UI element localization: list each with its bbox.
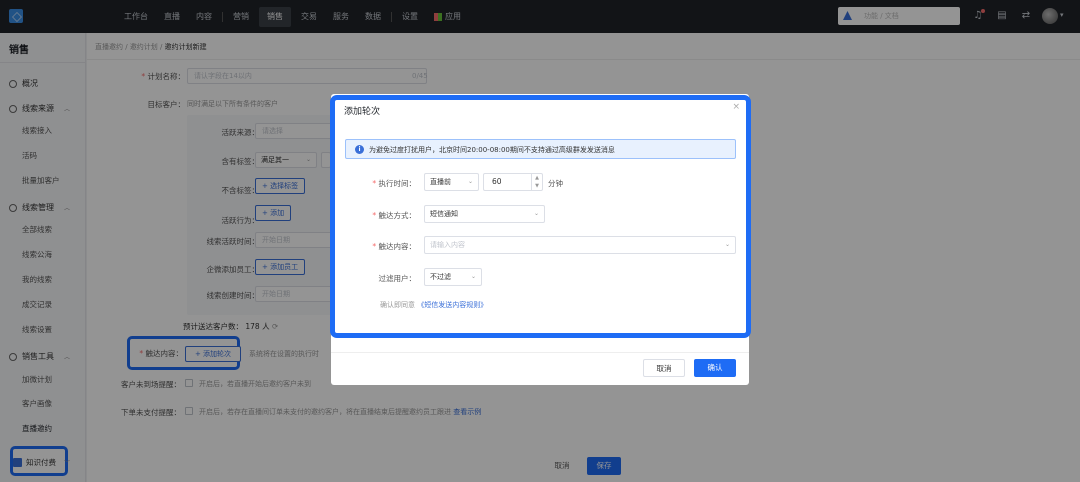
chevron-down-icon: ⌄ — [724, 241, 730, 248]
filter-users-select[interactable]: 不过滤 ⌄ — [424, 268, 482, 286]
exec-time-stepper[interactable]: 60 ▲ ▼ — [483, 173, 543, 191]
divider — [331, 352, 749, 353]
dialog-cancel-button[interactable]: 取消 — [643, 359, 685, 377]
info-icon: i — [355, 145, 364, 154]
filter-users-label: 过滤用户： — [378, 274, 417, 283]
dialog-confirm-button[interactable]: 确认 — [694, 359, 736, 377]
exec-time-label: * 执行时间： — [372, 179, 416, 188]
chevron-down-icon: ⌄ — [467, 178, 473, 185]
dialog-alert: i 为避免过度打扰用户，北京时间20:00-08:00期间不支持通过高级群发发送… — [345, 139, 736, 159]
chevron-down-icon: ⌄ — [470, 273, 476, 280]
chevron-down-icon: ⌄ — [533, 210, 539, 217]
exec-time-select[interactable]: 直播前 ⌄ — [424, 173, 479, 191]
alert-text: 为避免过度打扰用户，北京时间20:00-08:00期间不支持通过高级群发发送消息 — [369, 146, 615, 154]
exec-time-value: 60 — [492, 177, 502, 186]
sms-rules-link[interactable]: 《短信发送内容规则》 — [417, 301, 487, 309]
exec-time-unit: 分钟 — [548, 179, 563, 188]
stepper-arrows-icon[interactable]: ▲ ▼ — [531, 174, 542, 190]
reach-method-label: * 触达方式： — [372, 211, 416, 220]
reach-method-select[interactable]: 短信通知 ⌄ — [424, 205, 545, 223]
reach-content-select[interactable]: 请输入内容 ⌄ — [424, 236, 736, 254]
agreement-text: 确认即同意 《短信发送内容规则》 — [380, 301, 488, 309]
dialog-reach-content-label: * 触达内容： — [372, 242, 416, 251]
